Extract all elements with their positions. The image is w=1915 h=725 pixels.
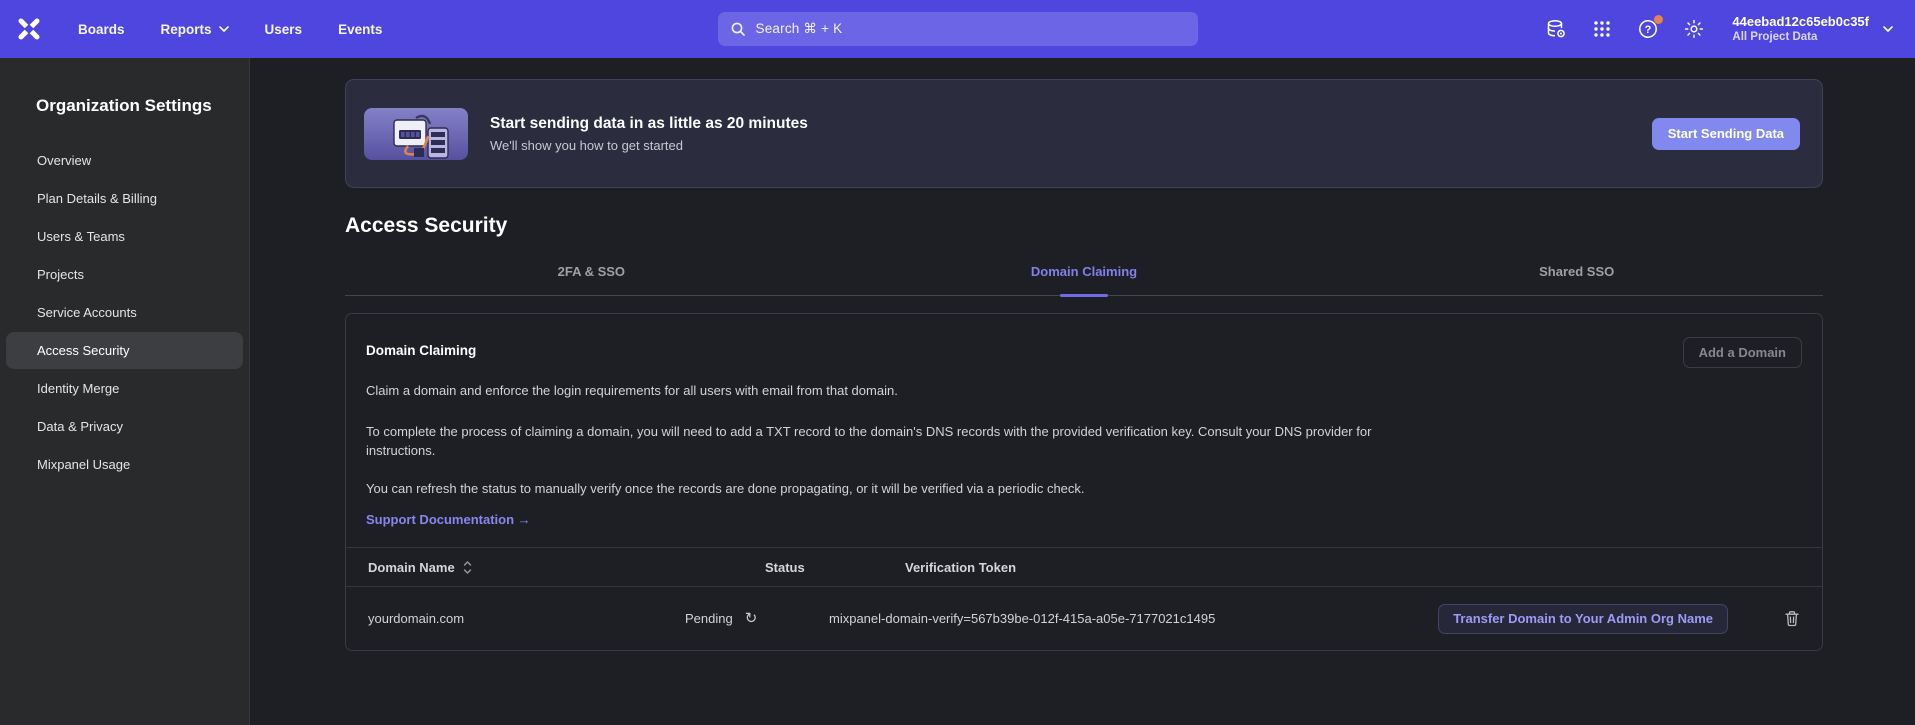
search-icon	[730, 21, 746, 37]
chevron-down-icon	[219, 26, 229, 32]
support-documentation-link[interactable]: Support Documentation →	[366, 512, 531, 527]
main-content: Start sending data in as little as 20 mi…	[250, 58, 1915, 725]
apps-grid-icon[interactable]	[1590, 17, 1614, 41]
column-header-domain-name[interactable]: Domain Name	[346, 560, 685, 575]
transfer-domain-button[interactable]: Transfer Domain to Your Admin Org Name	[1438, 604, 1728, 634]
table-header-row: Domain Name Status Verification Token	[346, 547, 1822, 587]
sort-icon[interactable]	[463, 561, 472, 574]
start-sending-data-button[interactable]: Start Sending Data	[1652, 118, 1800, 150]
card-title: Domain Claiming	[366, 337, 476, 358]
banner-illustration	[364, 108, 468, 160]
top-navbar: Boards Reports Users Events Search ⌘ + K	[0, 0, 1915, 58]
project-switcher[interactable]: 44eebad12c65eb0c35f All Project Data	[1732, 14, 1893, 45]
data-management-icon[interactable]	[1544, 17, 1568, 41]
verification-token-cell: mixpanel-domain-verify=567b39be-012f-415…	[829, 611, 1422, 626]
nav-item-boards[interactable]: Boards	[78, 22, 125, 37]
sidebar-item-plan-details-billing[interactable]: Plan Details & Billing	[6, 180, 243, 217]
table-row: yourdomain.com Pending ↻ mixpanel-domain…	[346, 587, 1822, 650]
access-security-tabs: 2FA & SSO Domain Claiming Shared SSO	[345, 264, 1823, 296]
sidebar-item-users-teams[interactable]: Users & Teams	[6, 218, 243, 255]
tab-domain-claiming[interactable]: Domain Claiming	[838, 264, 1331, 295]
main-nav: Boards Reports Users Events	[78, 22, 382, 37]
sidebar-item-overview[interactable]: Overview	[6, 142, 243, 179]
help-icon[interactable]: ?	[1636, 17, 1660, 41]
card-description: Claim a domain and enforce the login req…	[346, 381, 1822, 400]
banner-subtitle: We'll show you how to get started	[490, 138, 808, 153]
svg-text:?: ?	[1645, 24, 1652, 36]
tab-shared-sso[interactable]: Shared SSO	[1330, 264, 1823, 295]
chevron-down-icon	[1883, 26, 1893, 32]
sidebar-title: Organization Settings	[0, 96, 249, 116]
domain-name-cell: yourdomain.com	[346, 611, 685, 626]
sidebar-item-service-accounts[interactable]: Service Accounts	[6, 294, 243, 331]
refresh-status-icon[interactable]: ↻	[745, 611, 758, 626]
domain-claiming-card: Domain Claiming Add a Domain Claim a dom…	[345, 313, 1823, 651]
active-tab-underline	[1060, 294, 1108, 297]
card-refresh-note: You can refresh the status to manually v…	[346, 479, 1822, 498]
page-title: Access Security	[345, 214, 1823, 238]
project-scope: All Project Data	[1732, 30, 1869, 44]
sidebar-item-data-privacy[interactable]: Data & Privacy	[6, 408, 243, 445]
delete-domain-icon[interactable]	[1784, 610, 1800, 627]
mixpanel-logo-icon[interactable]	[16, 17, 42, 41]
nav-item-reports[interactable]: Reports	[161, 22, 229, 37]
banner-title: Start sending data in as little as 20 mi…	[490, 115, 808, 133]
add-domain-button[interactable]: Add a Domain	[1683, 337, 1802, 368]
column-header-status: Status	[685, 560, 829, 575]
project-id: 44eebad12c65eb0c35f	[1732, 14, 1869, 30]
nav-item-users[interactable]: Users	[265, 22, 303, 37]
onboarding-banner: Start sending data in as little as 20 mi…	[345, 79, 1823, 188]
column-header-verification-token: Verification Token	[829, 560, 1822, 575]
settings-gear-icon[interactable]	[1682, 17, 1706, 41]
card-instructions: To complete the process of claiming a do…	[346, 422, 1441, 460]
nav-item-events[interactable]: Events	[338, 22, 382, 37]
search-placeholder: Search ⌘ + K	[756, 21, 843, 37]
sidebar-item-identity-merge[interactable]: Identity Merge	[6, 370, 243, 407]
notification-dot	[1654, 15, 1663, 24]
settings-sidebar: Organization Settings Overview Plan Deta…	[0, 58, 250, 725]
sidebar-item-projects[interactable]: Projects	[6, 256, 243, 293]
sidebar-item-mixpanel-usage[interactable]: Mixpanel Usage	[6, 446, 243, 483]
tab-2fa-sso[interactable]: 2FA & SSO	[345, 264, 838, 295]
status-badge: Pending	[685, 611, 733, 626]
search-input[interactable]: Search ⌘ + K	[718, 12, 1198, 46]
sidebar-item-access-security[interactable]: Access Security	[6, 332, 243, 369]
